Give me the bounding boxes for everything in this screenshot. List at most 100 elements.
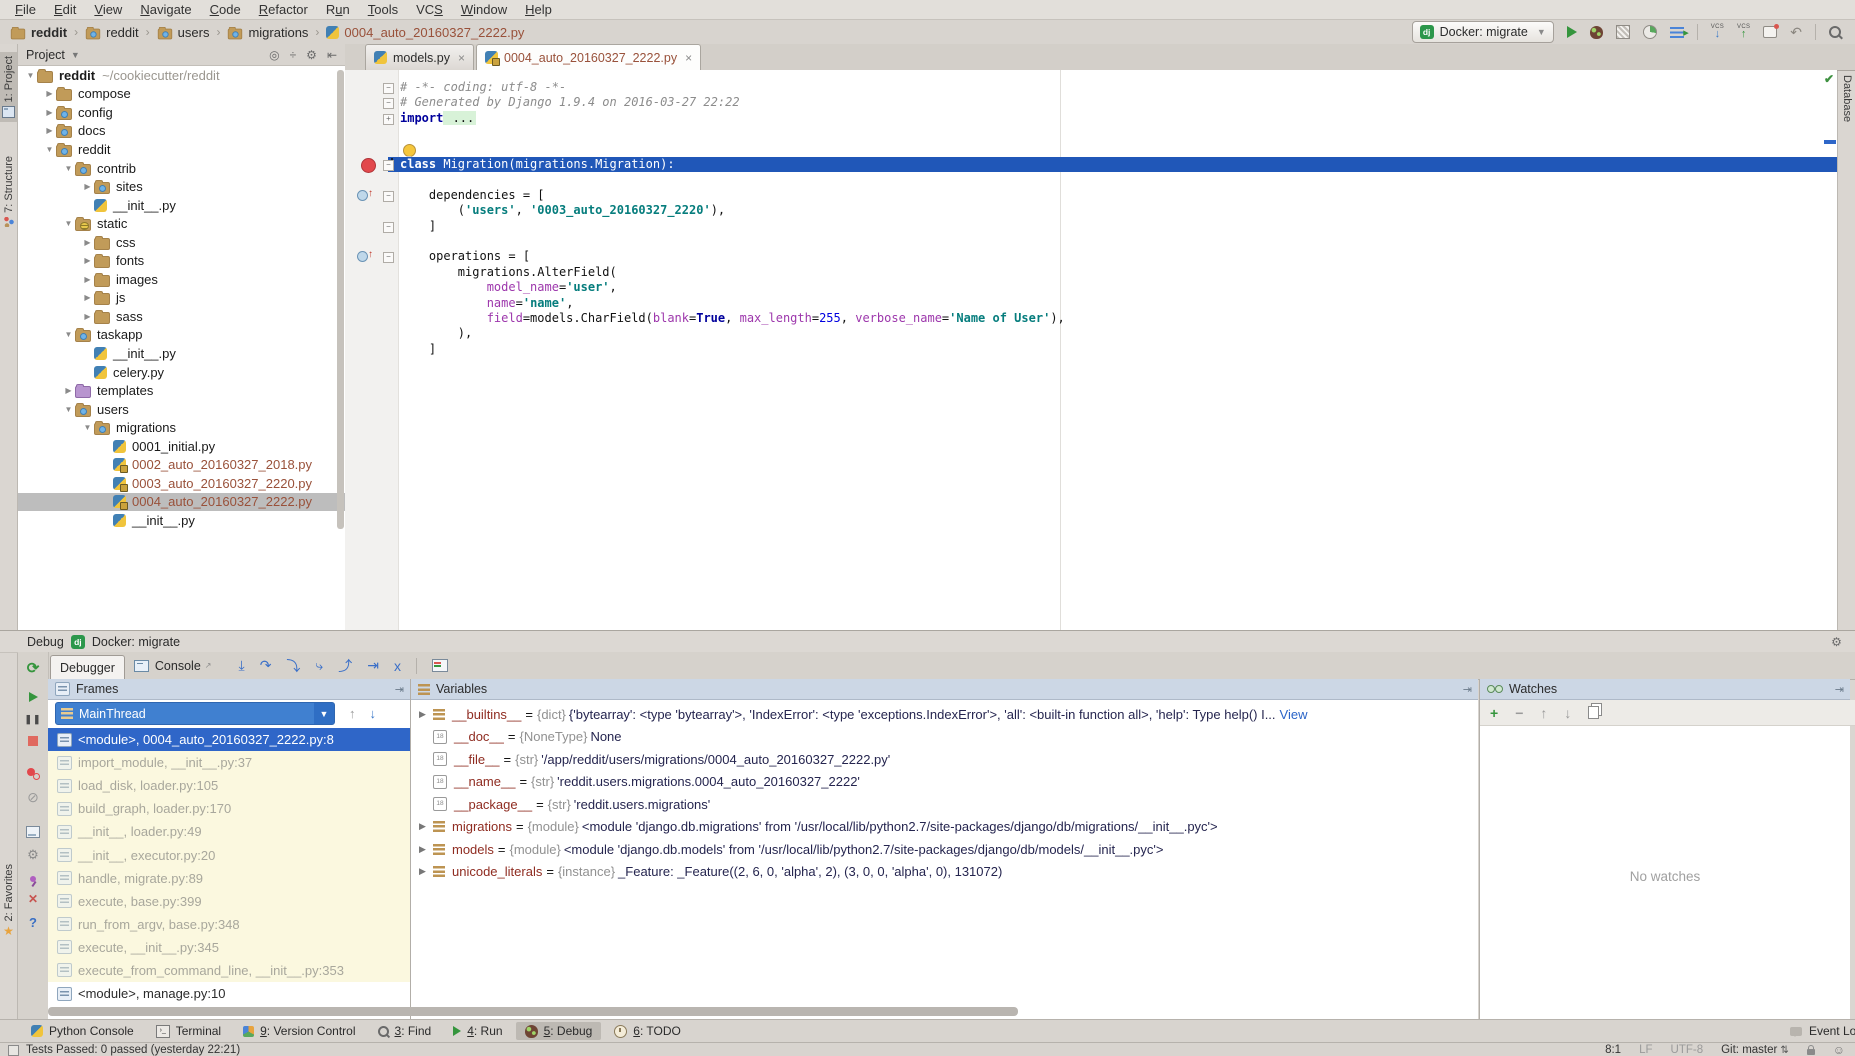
frame-row[interactable]: import_module, __init__.py:37 (48, 751, 410, 774)
tree-item[interactable]: ▶templates (18, 381, 345, 400)
thread-combobox[interactable]: MainThread ▼ (55, 702, 335, 725)
locate-button[interactable]: ◎ (269, 48, 279, 62)
hide-panel-button[interactable]: ⇤ (327, 48, 337, 62)
code-line[interactable]: ('users', '0003_auto_20160327_2220'), (400, 203, 725, 218)
code-line[interactable]: import ... (400, 111, 476, 126)
collapse-all-button[interactable]: ÷ (290, 48, 297, 62)
expand-icon[interactable]: ▶ (419, 821, 433, 832)
tree-item[interactable]: 0004_auto_20160327_2222.py (18, 493, 345, 512)
frame-row[interactable]: __init__, loader.py:49 (48, 820, 410, 843)
horizontal-scrollbar[interactable] (48, 1007, 1018, 1016)
rerun-button[interactable]: ⟳ (27, 662, 40, 676)
float-panel-icon[interactable]: ⇥ (1835, 683, 1844, 696)
step-over-button[interactable]: ↷ (260, 657, 272, 674)
float-panel-icon[interactable]: ⇥ (1463, 683, 1472, 696)
menu-tools[interactable]: Tools (359, 0, 407, 19)
tree-toggle-icon[interactable]: ▶ (62, 386, 75, 395)
copy-watch-button[interactable] (1588, 706, 1599, 719)
tree-item[interactable]: celery.py (18, 363, 345, 382)
debug-panel-settings-button[interactable]: ⚙ (1831, 635, 1842, 649)
editor-gutter[interactable] (345, 70, 399, 630)
editor-tab[interactable]: 0004_auto_20160327_2222.py× (476, 44, 701, 70)
run-with-settings-button[interactable] (1670, 27, 1684, 38)
line-separator-widget[interactable]: LF (1639, 1044, 1652, 1056)
tree-item[interactable]: ▼contrib (18, 159, 345, 178)
tree-toggle-icon[interactable]: ▶ (81, 275, 94, 284)
frame-row[interactable]: handle, migrate.py:89 (48, 867, 410, 890)
menu-code[interactable]: Code (201, 0, 250, 19)
pin-button[interactable] (30, 876, 36, 882)
fold-marker[interactable]: + (383, 114, 394, 125)
code-line[interactable]: ), (400, 326, 472, 341)
run-button[interactable] (1567, 26, 1577, 38)
tree-toggle-icon[interactable]: ▼ (43, 145, 56, 154)
move-watch-up-button[interactable]: ↑ (1540, 706, 1547, 720)
code-line[interactable]: operations = [ (400, 249, 530, 264)
code-line[interactable]: name='name', (400, 296, 573, 311)
expand-icon[interactable]: ▶ (419, 709, 433, 720)
fold-marker[interactable]: − (383, 252, 394, 263)
breadcrumb-item[interactable]: migrations (225, 25, 310, 40)
variable-row[interactable]: ▶migrations={module}<module 'django.db.m… (411, 816, 1478, 839)
search-everywhere-button[interactable] (1829, 26, 1841, 38)
step-into-button[interactable]: ⤵ (286, 656, 300, 676)
tree-toggle-icon[interactable]: ▼ (62, 330, 75, 339)
tree-toggle-icon[interactable]: ▶ (81, 256, 94, 265)
toolwindow-button-5debug[interactable]: 5: Debug (516, 1022, 602, 1040)
toolwindow-button-6todo[interactable]: 6: TODO (605, 1022, 690, 1040)
menu-vcs[interactable]: VCS (407, 0, 452, 19)
tree-item[interactable]: __init__.py (18, 196, 345, 215)
panel-settings-button[interactable]: ⚙ (306, 48, 317, 62)
lock-icon[interactable] (1807, 1049, 1815, 1055)
toolwindow-button-3find[interactable]: 3: Find (369, 1022, 441, 1040)
breadcrumb-item[interactable]: 0004_auto_20160327_2222.py (324, 25, 526, 40)
debug-button[interactable] (1590, 26, 1603, 39)
view-breakpoints-button[interactable] (27, 768, 40, 780)
variable-row[interactable]: 18__package__={str}'reddit.users.migrati… (411, 793, 1478, 816)
override-gutter-icon[interactable] (357, 189, 373, 201)
step-out-button[interactable]: ⤴ (338, 656, 352, 676)
encoding-widget[interactable]: UTF-8 (1671, 1044, 1704, 1056)
intention-bulb-icon[interactable] (403, 144, 416, 157)
tree-item[interactable]: 0002_auto_20160327_2018.py (18, 455, 345, 474)
menu-view[interactable]: View (85, 0, 131, 19)
tree-toggle-icon[interactable]: ▶ (81, 238, 94, 247)
toolwindow-button-9versioncontrol[interactable]: 9: Version Control (234, 1022, 364, 1040)
tree-item[interactable]: ▶fonts (18, 251, 345, 270)
fold-marker[interactable]: − (383, 222, 394, 233)
run-configuration-select[interactable]: djDocker: migrate▼ (1412, 21, 1554, 43)
code-line[interactable]: ] (400, 342, 436, 357)
frame-row[interactable]: load_disk, loader.py:105 (48, 774, 410, 797)
menu-run[interactable]: Run (317, 0, 359, 19)
tree-item[interactable]: ▼static (18, 214, 345, 233)
run-to-cursor-button[interactable]: ⇥ (367, 657, 379, 674)
fold-marker[interactable]: − (383, 98, 394, 109)
breadcrumb-item[interactable]: reddit (83, 25, 141, 40)
tree-item[interactable]: ▶css (18, 233, 345, 252)
frame-row[interactable]: build_graph, loader.py:170 (48, 797, 410, 820)
project-panel-title[interactable]: Project▼ (18, 48, 269, 62)
menu-refactor[interactable]: Refactor (250, 0, 317, 19)
tree-item[interactable]: ▶js (18, 289, 345, 308)
toolwindow-button-pythonconsole[interactable]: Python Console (22, 1022, 143, 1040)
close-tab-icon[interactable]: × (685, 51, 692, 65)
tree-item[interactable]: ▶compose (18, 85, 345, 104)
show-execution-point-button[interactable]: ⤓ (238, 657, 244, 674)
remove-watch-button[interactable]: − (1515, 706, 1523, 720)
menu-window[interactable]: Window (452, 0, 516, 19)
evaluate-expression-button[interactable]: x (394, 658, 401, 674)
editor-tab[interactable]: models.py× (365, 44, 474, 70)
tree-item[interactable]: ▼reddit (18, 140, 345, 159)
pause-button[interactable]: ❚❚ (24, 712, 41, 726)
variable-row[interactable]: ▶unicode_literals={instance}_Feature: _F… (411, 861, 1478, 884)
fold-marker[interactable]: − (383, 191, 394, 202)
coverage-button[interactable] (1616, 25, 1630, 39)
code-line[interactable]: # Generated by Django 1.9.4 on 2016-03-2… (400, 95, 740, 110)
fold-marker[interactable]: − (383, 83, 394, 94)
tree-toggle-icon[interactable]: ▶ (81, 293, 94, 302)
mute-breakpoints-button[interactable]: ⊘ (27, 790, 39, 804)
vcs-commit-button[interactable]: VCS↑ (1737, 24, 1750, 40)
tree-toggle-icon[interactable]: ▶ (43, 89, 56, 98)
fold-marker[interactable]: − (383, 160, 394, 171)
frame-row[interactable]: <module>, manage.py:10 (48, 982, 410, 1005)
